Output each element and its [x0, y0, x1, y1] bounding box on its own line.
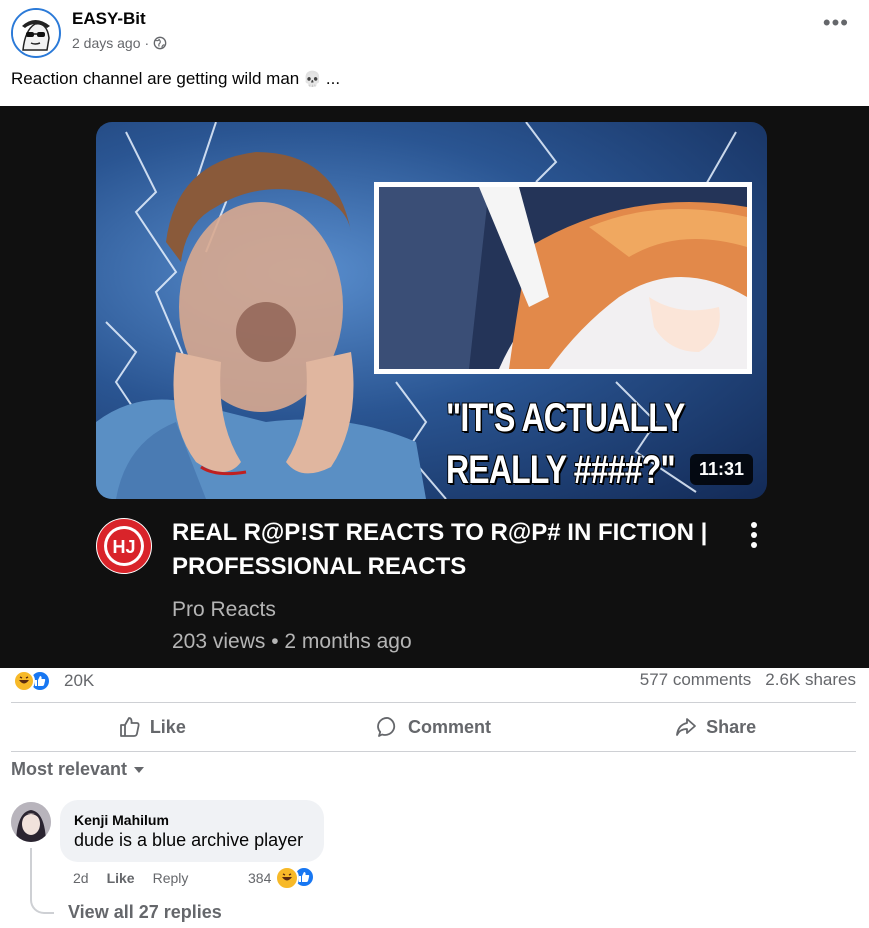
- comment-label: Comment: [408, 716, 492, 737]
- anime-screenshot-frame: [374, 182, 752, 374]
- comment-button[interactable]: Comment: [293, 703, 575, 751]
- comment-sort-dropdown[interactable]: Most relevant: [11, 759, 145, 780]
- share-arrow-icon: [676, 718, 697, 736]
- post-header: EASY-Bit 2 days ago · •••: [0, 0, 869, 64]
- comment-reply-button[interactable]: Reply: [153, 870, 189, 886]
- thumbnail-quote: "IT'S ACTUALLY REALLY ####?": [446, 392, 686, 496]
- shares-count[interactable]: 2.6K shares: [765, 670, 856, 690]
- like-button[interactable]: Like: [11, 703, 293, 751]
- share-label: Share: [706, 716, 757, 737]
- reaction-icons[interactable]: [13, 670, 51, 692]
- skull-emoji-icon: 💀: [303, 71, 322, 88]
- like-label: Like: [149, 716, 186, 737]
- post-meta: 2 days ago ·: [72, 35, 167, 51]
- comment-share-counts: 577 comments 2.6K shares: [640, 670, 856, 690]
- comment-bubble: Kenji Mahilum dude is a blue archive pla…: [60, 800, 324, 862]
- video-more-icon[interactable]: [748, 522, 760, 552]
- quote-line-1: "IT'S ACTUALLY: [446, 396, 685, 440]
- quote-line-2: REALLY ####?": [446, 448, 676, 492]
- shared-video-card[interactable]: "IT'S ACTUALLY REALLY ####?" 11:31 HJ RE…: [0, 106, 869, 668]
- comment-like-button[interactable]: Like: [107, 870, 135, 886]
- globe-icon: [153, 36, 167, 50]
- video-duration: 11:31: [689, 454, 753, 485]
- video-title-line-1: REAL R@P!ST REACTS TO R@P# IN FICTION |: [172, 519, 708, 546]
- post-time[interactable]: 2 days ago: [72, 35, 141, 51]
- comments-count[interactable]: 577 comments: [640, 670, 752, 690]
- post-actions: Like Comment Share: [11, 703, 856, 751]
- reply-thread-line: [30, 848, 54, 914]
- channel-logo[interactable]: HJ: [96, 518, 152, 574]
- meta-separator: ·: [144, 35, 150, 51]
- comment-react-count: 384: [248, 870, 272, 886]
- divider-bottom: [11, 751, 856, 752]
- comment-actions: 2d Like Reply: [73, 870, 188, 886]
- comment-reactions[interactable]: 384: [248, 866, 316, 890]
- comment-haha-icon: [275, 866, 300, 890]
- video-title[interactable]: REAL R@P!ST REACTS TO R@P# IN FICTION | …: [172, 516, 732, 584]
- comment-text: dude is a blue archive player: [74, 830, 304, 850]
- view-replies-link[interactable]: View all 27 replies: [68, 902, 222, 923]
- haha-reaction-icon: [13, 670, 35, 692]
- author-name[interactable]: EASY-Bit: [72, 9, 146, 29]
- more-options-button[interactable]: •••: [823, 12, 849, 34]
- post-caption: Reaction channel are getting wild man 💀 …: [11, 69, 340, 89]
- video-channel[interactable]: Pro Reacts: [172, 598, 276, 622]
- caption-suffix: ...: [325, 69, 341, 88]
- svg-text:HJ: HJ: [112, 537, 135, 557]
- share-button[interactable]: Share: [574, 703, 856, 751]
- comment-time[interactable]: 2d: [73, 870, 89, 886]
- caption-text: Reaction channel are getting wild man: [11, 69, 300, 88]
- commenter-name[interactable]: Kenji Mahilum: [74, 812, 310, 828]
- sort-label: Most relevant: [11, 759, 128, 779]
- video-thumbnail[interactable]: "IT'S ACTUALLY REALLY ####?" 11:31: [96, 122, 767, 499]
- video-title-line-2: PROFESSIONAL REACTS: [172, 553, 467, 580]
- author-avatar[interactable]: [11, 8, 61, 58]
- thumbs-up-icon: [119, 717, 140, 737]
- reaction-count[interactable]: 20K: [64, 671, 94, 691]
- video-stats: 203 views • 2 months ago: [172, 630, 412, 653]
- comment-bubble-icon: [377, 717, 396, 737]
- chevron-down-icon: [134, 766, 145, 773]
- engagement-bar: 20K 577 comments 2.6K shares: [0, 668, 869, 698]
- commenter-avatar[interactable]: [11, 802, 51, 842]
